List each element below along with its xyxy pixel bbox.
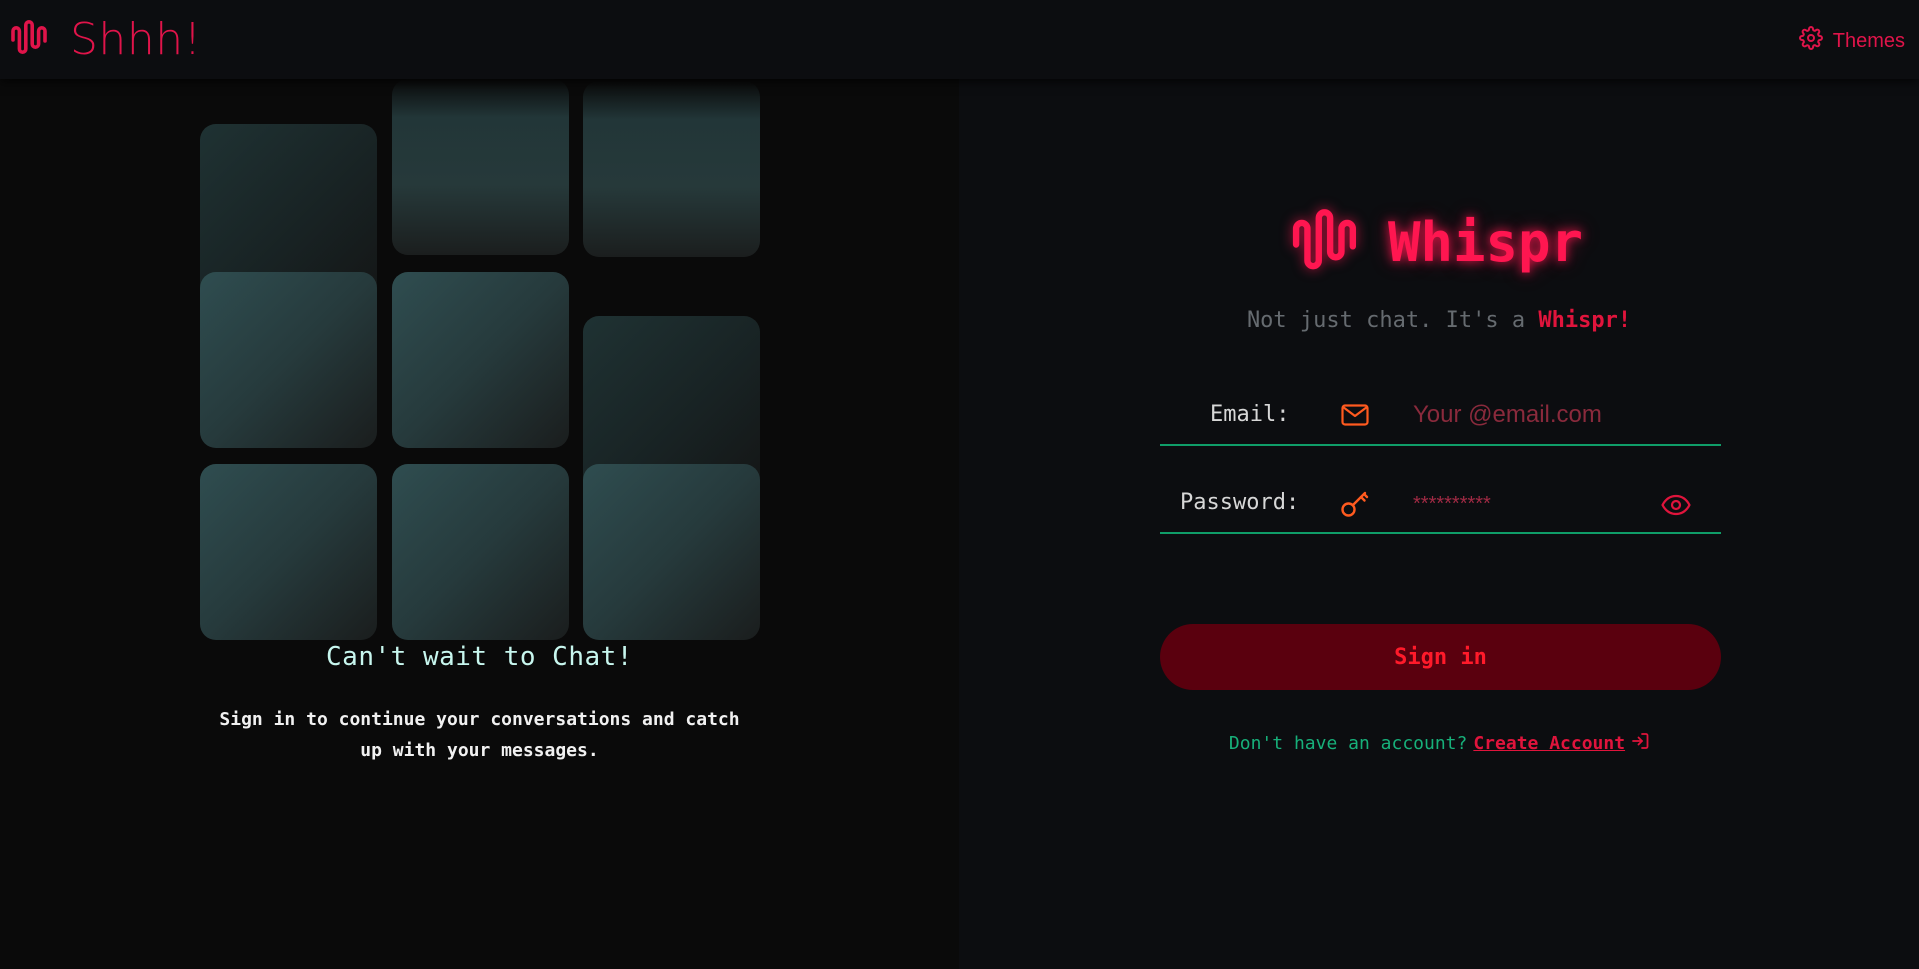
themes-label: Themes [1832,29,1905,52]
grid-tile [392,464,569,640]
top-navbar: Shhh! Themes [0,0,1919,79]
grid-tile [200,464,377,640]
gear-icon [1798,26,1823,56]
sound-wave-icon [1290,202,1366,284]
auth-brand-text: Whispr [1388,211,1584,274]
sound-wave-icon [10,16,52,64]
email-label: Email: [1210,402,1290,427]
signup-prompt: Don't have an account? [1228,733,1468,754]
grid-tile [583,464,760,640]
nav-brand[interactable]: Shhh! [10,16,202,64]
tagline-text: Not just chat. It's a [1246,308,1539,333]
themes-button[interactable]: Themes [1798,26,1905,56]
create-account-link[interactable]: Create Account [1473,733,1625,754]
email-field: Email: [1160,386,1721,446]
grid-tile [392,272,569,448]
tagline-accent: Whispr! [1538,308,1632,333]
password-input[interactable] [1411,486,1661,520]
left-heading: Can't wait to Chat! [326,642,633,672]
signup-row: Don't have an account? Create Account [959,732,1919,755]
eye-icon[interactable] [1661,494,1691,520]
sign-in-arrow-icon[interactable] [1631,732,1649,755]
sign-in-button[interactable]: Sign in [1160,624,1721,690]
email-input[interactable] [1411,398,1661,432]
key-icon [1340,488,1370,522]
grid-tile [583,81,760,257]
password-field: Password: [1160,474,1721,534]
auth-brand: Whispr [1290,202,1583,284]
mail-icon [1341,404,1369,430]
grid-tile [200,272,377,448]
left-description: Sign in to continue your conversations a… [219,709,740,761]
password-label: Password: [1180,490,1300,515]
tagline: Not just chat. It's a Whispr! [959,308,1919,333]
nav-brand-text: Shhh! [70,14,202,65]
grid-tile [392,79,569,255]
